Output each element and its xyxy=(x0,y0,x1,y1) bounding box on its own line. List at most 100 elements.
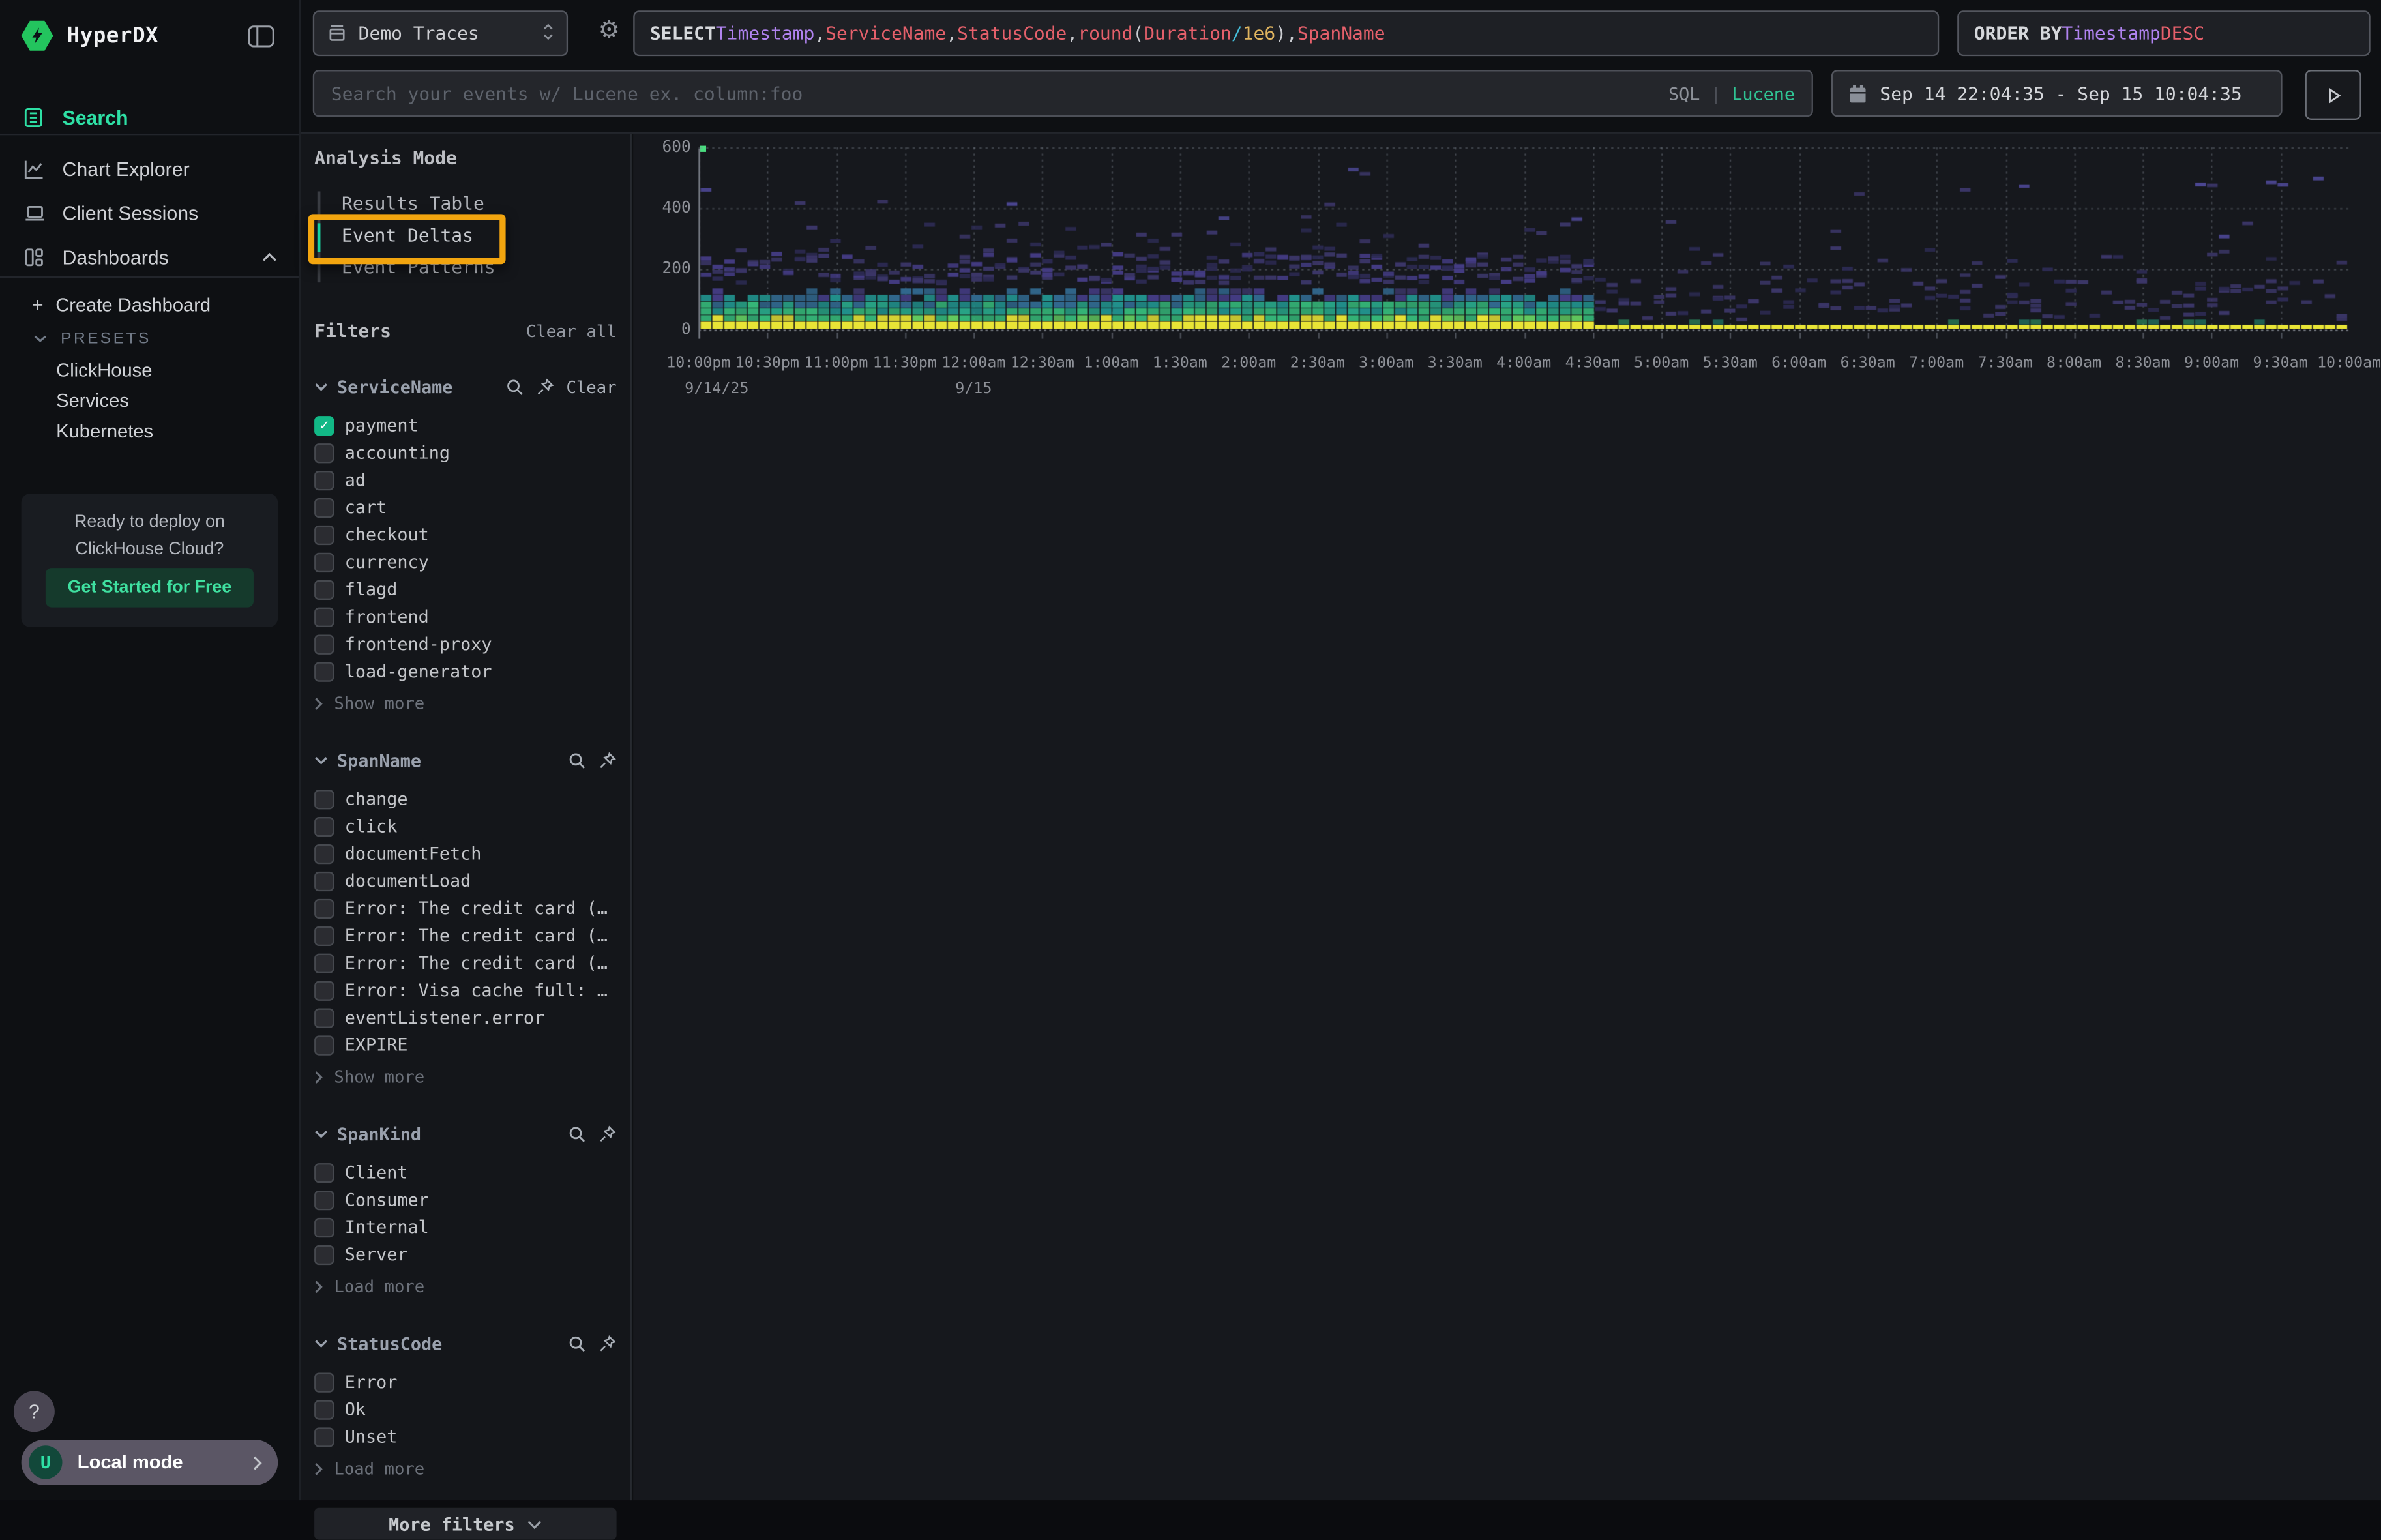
filter-checkbox-item[interactable]: Error: The credit card (… xyxy=(314,895,616,922)
checkbox[interactable] xyxy=(314,1190,334,1209)
analysis-mode-event-deltas[interactable]: Event Deltas xyxy=(318,220,617,252)
checkbox[interactable] xyxy=(314,816,334,836)
get-started-button[interactable]: Get Started for Free xyxy=(46,568,254,608)
checkbox[interactable] xyxy=(314,926,334,945)
filter-checkbox-item[interactable]: Server xyxy=(314,1241,616,1268)
filter-checkbox-item[interactable]: ✓ payment xyxy=(314,411,616,439)
checkbox[interactable] xyxy=(314,1399,334,1419)
filter-checkbox-item[interactable]: click xyxy=(314,812,616,840)
filter-checkbox-item[interactable]: eventListener.error xyxy=(314,1004,616,1031)
filter-checkbox-item[interactable]: Internal xyxy=(314,1213,616,1241)
filter-checkbox-item[interactable]: change xyxy=(314,785,616,812)
filter-checkbox-item[interactable]: Error: Visa cache full: … xyxy=(314,977,616,1004)
checkbox[interactable] xyxy=(314,1245,334,1264)
filter-checkbox-item[interactable]: cart xyxy=(314,494,616,521)
filter-checkbox-item[interactable]: frontend xyxy=(314,603,616,630)
checkbox[interactable] xyxy=(314,1427,334,1446)
filter-checkbox-item[interactable]: accounting xyxy=(314,439,616,466)
checkbox[interactable] xyxy=(314,1035,334,1054)
pin-icon[interactable] xyxy=(599,1125,617,1144)
checkbox[interactable] xyxy=(314,789,334,808)
preset-services[interactable]: Services xyxy=(56,391,129,412)
sidebar-item-chart-explorer[interactable]: Chart Explorer xyxy=(0,152,299,185)
sidebar-item-client-sessions[interactable]: Client Sessions xyxy=(0,196,299,229)
filter-checkbox-item[interactable]: currency xyxy=(314,548,616,576)
analysis-mode-event-patterns[interactable]: Event Patterns xyxy=(318,252,617,284)
analysis-mode-results-table[interactable]: Results Table xyxy=(318,188,617,220)
language-sql[interactable]: SQL xyxy=(1668,83,1700,104)
filter-checkbox-item[interactable]: Unset xyxy=(314,1423,616,1450)
checkbox[interactable] xyxy=(314,1217,334,1237)
checkbox[interactable] xyxy=(314,552,334,572)
source-select[interactable]: Demo Traces xyxy=(313,10,568,56)
checkbox[interactable] xyxy=(314,443,334,462)
chevron-down-icon[interactable] xyxy=(314,1130,328,1139)
filter-checkbox-item[interactable]: documentFetch xyxy=(314,840,616,867)
checkbox[interactable] xyxy=(314,844,334,863)
checkbox[interactable] xyxy=(314,980,334,1000)
filter-checkbox-item[interactable]: flagd xyxy=(314,576,616,603)
sidebar-item-dashboards[interactable]: Dashboards xyxy=(0,240,299,273)
checkbox[interactable] xyxy=(314,606,334,626)
filter-search-icon[interactable] xyxy=(568,752,586,770)
preset-clickhouse[interactable]: ClickHouse xyxy=(56,360,152,381)
filter-checkbox-item[interactable]: Consumer xyxy=(314,1186,616,1213)
language-toggle[interactable]: SQL | Lucene xyxy=(1668,83,1795,104)
checkbox[interactable] xyxy=(314,470,334,490)
filter-checkbox-item[interactable]: load-generator xyxy=(314,657,616,685)
checkbox[interactable] xyxy=(314,525,334,544)
sql-select-input[interactable]: SELECT Timestamp, ServiceName, StatusCod… xyxy=(633,10,1939,56)
chevron-down-icon[interactable] xyxy=(314,383,328,392)
checkbox[interactable] xyxy=(314,898,334,918)
chevron-down-icon[interactable] xyxy=(314,1339,328,1348)
pin-icon[interactable] xyxy=(536,378,554,396)
create-dashboard-button[interactable]: + Create Dashboard xyxy=(32,293,211,316)
language-lucene[interactable]: Lucene xyxy=(1732,83,1795,104)
pin-icon[interactable] xyxy=(599,1335,617,1353)
filter-checkbox-item[interactable]: Ok xyxy=(314,1395,616,1423)
filter-show-more[interactable]: Load more xyxy=(314,1457,616,1481)
pin-icon[interactable] xyxy=(599,752,617,770)
filter-checkbox-item[interactable]: Error: The credit card (… xyxy=(314,949,616,977)
duration-heatmap-canvas[interactable] xyxy=(698,146,2349,359)
local-mode-button[interactable]: U Local mode xyxy=(22,1440,278,1485)
search-input[interactable]: Search your events w/ Lucene ex. column:… xyxy=(313,70,1813,117)
chevron-down-icon[interactable] xyxy=(314,756,328,765)
filter-checkbox-item[interactable]: ad xyxy=(314,466,616,494)
filter-checkbox-item[interactable]: Error: The credit card (… xyxy=(314,922,616,949)
checkbox[interactable] xyxy=(314,580,334,599)
filter-show-more[interactable]: Load more xyxy=(314,1274,616,1298)
collapse-sidebar-icon[interactable] xyxy=(248,24,275,48)
source-settings-gear-icon[interactable]: ⚙ xyxy=(599,15,620,44)
filter-search-icon[interactable] xyxy=(568,1125,586,1144)
filter-show-more[interactable]: Show more xyxy=(314,1065,616,1089)
help-button[interactable]: ? xyxy=(14,1391,55,1432)
checkbox[interactable] xyxy=(314,1162,334,1182)
checkbox[interactable]: ✓ xyxy=(314,415,334,435)
filter-checkbox-item[interactable]: checkout xyxy=(314,521,616,548)
filter-checkbox-item[interactable]: documentLoad xyxy=(314,867,616,895)
date-range-picker[interactable]: Sep 14 22:04:35 - Sep 15 10:04:35 xyxy=(1831,70,2283,117)
checkbox[interactable] xyxy=(314,497,334,517)
filter-search-icon[interactable] xyxy=(505,378,524,396)
sidebar-item-search[interactable]: Search xyxy=(0,100,299,134)
filter-checkbox-item[interactable]: EXPIRE xyxy=(314,1031,616,1058)
clear-all-button[interactable]: Clear all xyxy=(526,321,617,341)
checkbox[interactable] xyxy=(314,1372,334,1391)
filter-clear-button[interactable]: Clear xyxy=(566,378,616,397)
presets-toggle[interactable]: PRESETS xyxy=(33,329,151,348)
checkbox[interactable] xyxy=(314,661,334,681)
checkbox[interactable] xyxy=(314,953,334,972)
more-filters-button[interactable]: More filters xyxy=(314,1508,616,1540)
checkbox[interactable] xyxy=(314,634,334,653)
filter-checkbox-item[interactable]: Client xyxy=(314,1159,616,1186)
order-by-input[interactable]: ORDER BY Timestamp DESC xyxy=(1957,10,2371,56)
run-query-button[interactable] xyxy=(2305,70,2361,120)
filter-checkbox-item[interactable]: frontend-proxy xyxy=(314,630,616,658)
preset-kubernetes[interactable]: Kubernetes xyxy=(56,421,153,442)
filter-show-more[interactable]: Show more xyxy=(314,691,616,715)
filter-search-icon[interactable] xyxy=(568,1335,586,1353)
checkbox[interactable] xyxy=(314,871,334,891)
brand[interactable]: HyperDX xyxy=(22,20,159,52)
filter-checkbox-item[interactable]: Error xyxy=(314,1369,616,1396)
